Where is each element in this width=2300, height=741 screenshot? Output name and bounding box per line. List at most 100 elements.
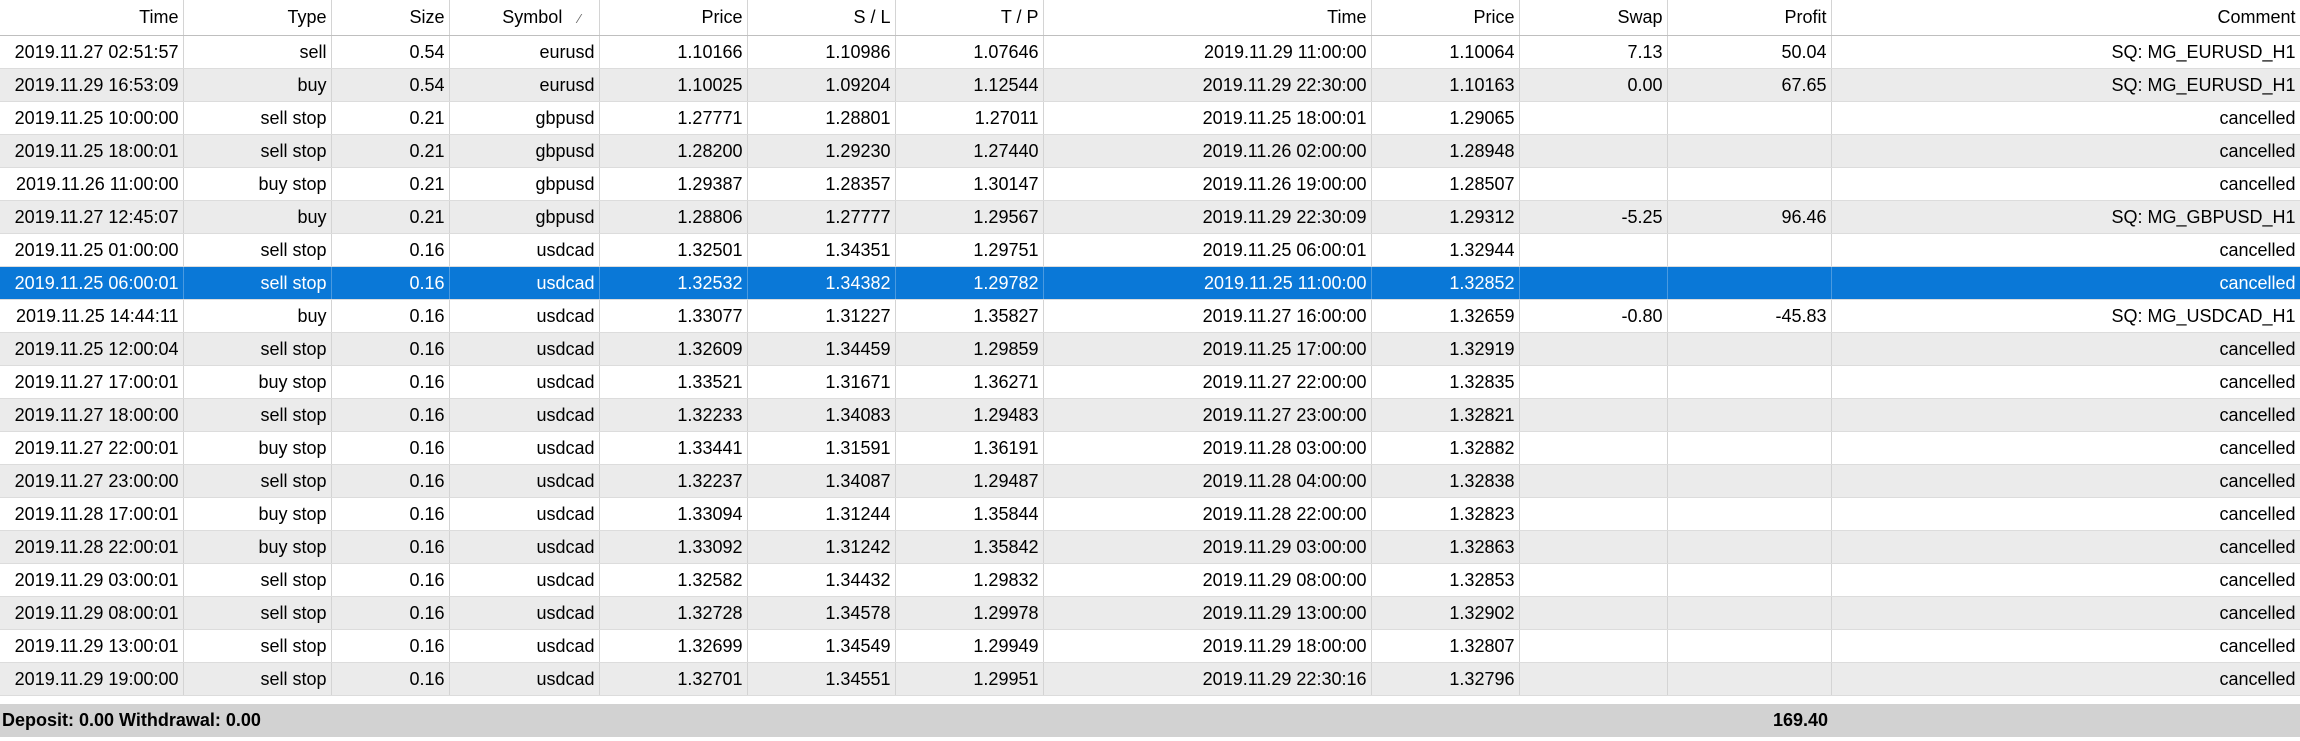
open-price-cell: 1.32501 bbox=[599, 233, 748, 267]
open-time-cell: 2019.11.29 03:00:01 bbox=[0, 563, 184, 597]
total-profit: 169.40 bbox=[1772, 710, 1828, 730]
close-time-cell: 2019.11.29 03:00:00 bbox=[1043, 530, 1372, 564]
swap-cell bbox=[1519, 563, 1668, 597]
swap-cell: -0.80 bbox=[1519, 299, 1668, 333]
stop-loss-cell: 1.31591 bbox=[747, 431, 896, 465]
open-price-cell: 1.32701 bbox=[599, 662, 748, 696]
column-header-size[interactable]: Size bbox=[331, 0, 450, 36]
swap-cell bbox=[1519, 233, 1668, 267]
swap-cell bbox=[1519, 629, 1668, 663]
column-header-symbol[interactable]: Symbol ⁄ bbox=[449, 0, 600, 36]
close-time-cell: 2019.11.27 22:00:00 bbox=[1043, 365, 1372, 399]
stop-loss-cell: 1.27777 bbox=[747, 200, 896, 234]
symbol-cell: usdcad bbox=[449, 662, 600, 696]
open-price-cell: 1.32233 bbox=[599, 398, 748, 432]
take-profit-cell: 1.29487 bbox=[895, 464, 1044, 498]
stop-loss-cell: 1.34382 bbox=[747, 266, 896, 300]
size-cell: 0.16 bbox=[331, 233, 450, 267]
comment-cell: cancelled bbox=[1831, 332, 2300, 366]
open-time-cell: 2019.11.25 12:00:04 bbox=[0, 332, 184, 366]
table-row[interactable]: 2019.11.28 22:00:01 buy stop 0.16 usdcad 1.3… bbox=[0, 530, 2300, 564]
open-price-cell: 1.10166 bbox=[599, 35, 748, 69]
take-profit-cell: 1.29751 bbox=[895, 233, 1044, 267]
symbol-cell: usdcad bbox=[449, 563, 600, 597]
table-row[interactable]: 2019.11.25 10:00:00 sell stop 0.21 gbpusd 1.… bbox=[0, 101, 2300, 135]
summary-bar: Deposit: 0.00 Withdrawal: 0.00 169.40 bbox=[0, 704, 2300, 737]
symbol-cell: usdcad bbox=[449, 497, 600, 531]
open-price-cell: 1.10025 bbox=[599, 68, 748, 102]
close-time-cell: 2019.11.25 18:00:01 bbox=[1043, 101, 1372, 135]
open-time-cell: 2019.11.27 18:00:00 bbox=[0, 398, 184, 432]
swap-cell bbox=[1519, 464, 1668, 498]
comment-cell: cancelled bbox=[1831, 563, 2300, 597]
size-cell: 0.16 bbox=[331, 365, 450, 399]
column-header-open-time[interactable]: Time bbox=[0, 0, 184, 36]
column-header-take-profit[interactable]: T / P bbox=[895, 0, 1044, 36]
column-header-open-price[interactable]: Price bbox=[599, 0, 748, 36]
type-cell: sell stop bbox=[183, 134, 332, 168]
table-row[interactable]: 2019.11.27 17:00:01 buy stop 0.16 usdcad 1.3… bbox=[0, 365, 2300, 399]
table-row[interactable]: 2019.11.27 18:00:00 sell stop 0.16 usdcad 1.… bbox=[0, 398, 2300, 432]
table-row[interactable]: 2019.11.27 12:45:07 buy 0.21 gbpusd 1.28806 1… bbox=[0, 200, 2300, 234]
swap-cell bbox=[1519, 101, 1668, 135]
symbol-cell: usdcad bbox=[449, 530, 600, 564]
column-header-type[interactable]: Type bbox=[183, 0, 332, 36]
swap-cell bbox=[1519, 365, 1668, 399]
type-cell: buy bbox=[183, 200, 332, 234]
table-row[interactable]: 2019.11.29 03:00:01 sell stop 0.16 usdcad 1.… bbox=[0, 563, 2300, 597]
close-price-cell: 1.32796 bbox=[1371, 662, 1520, 696]
open-price-cell: 1.33077 bbox=[599, 299, 748, 333]
table-row[interactable]: 2019.11.27 22:00:01 buy stop 0.16 usdcad 1.3… bbox=[0, 431, 2300, 465]
comment-cell: SQ: MG_EURUSD_H1 bbox=[1831, 68, 2300, 102]
table-row[interactable]: 2019.11.25 18:00:01 sell stop 0.21 gbpusd 1.… bbox=[0, 134, 2300, 168]
type-cell: buy bbox=[183, 68, 332, 102]
table-row[interactable]: 2019.11.25 14:44:11 buy 0.16 usdcad 1.33077 1… bbox=[0, 299, 2300, 333]
table-row[interactable]: 2019.11.29 16:53:09 buy 0.54 eurusd 1.10025 1… bbox=[0, 68, 2300, 102]
take-profit-cell: 1.29949 bbox=[895, 629, 1044, 663]
type-cell: buy stop bbox=[183, 530, 332, 564]
symbol-cell: usdcad bbox=[449, 596, 600, 630]
open-price-cell: 1.29387 bbox=[599, 167, 748, 201]
open-time-cell: 2019.11.27 17:00:01 bbox=[0, 365, 184, 399]
take-profit-cell: 1.29978 bbox=[895, 596, 1044, 630]
close-price-cell: 1.29065 bbox=[1371, 101, 1520, 135]
profit-cell: -45.83 bbox=[1667, 299, 1832, 333]
profit-cell bbox=[1667, 398, 1832, 432]
table-row[interactable]: 2019.11.27 02:51:57 sell 0.54 eurusd 1.10166… bbox=[0, 35, 2300, 69]
column-header-swap[interactable]: Swap bbox=[1519, 0, 1668, 36]
open-time-cell: 2019.11.28 22:00:01 bbox=[0, 530, 184, 564]
open-price-cell: 1.33441 bbox=[599, 431, 748, 465]
type-cell: buy stop bbox=[183, 365, 332, 399]
table-row[interactable]: 2019.11.27 23:00:00 sell stop 0.16 usdcad 1.… bbox=[0, 464, 2300, 498]
close-price-cell: 1.32807 bbox=[1371, 629, 1520, 663]
column-header-stop-loss[interactable]: S / L bbox=[747, 0, 896, 36]
close-time-cell: 2019.11.29 22:30:09 bbox=[1043, 200, 1372, 234]
open-price-cell: 1.33092 bbox=[599, 530, 748, 564]
open-time-cell: 2019.11.25 01:00:00 bbox=[0, 233, 184, 267]
open-time-cell: 2019.11.27 23:00:00 bbox=[0, 464, 184, 498]
table-row[interactable]: 2019.11.25 06:00:01 sell stop 0.16 usdcad 1.… bbox=[0, 266, 2300, 300]
history-table: Time Type Size Symbol ⁄ Price S / L T / P… bbox=[0, 0, 2300, 696]
table-row[interactable]: 2019.11.26 11:00:00 buy stop 0.21 gbpusd 1.2… bbox=[0, 167, 2300, 201]
open-price-cell: 1.28806 bbox=[599, 200, 748, 234]
table-row[interactable]: 2019.11.25 01:00:00 sell stop 0.16 usdcad 1.… bbox=[0, 233, 2300, 267]
open-time-cell: 2019.11.25 06:00:01 bbox=[0, 266, 184, 300]
stop-loss-cell: 1.31671 bbox=[747, 365, 896, 399]
open-time-cell: 2019.11.27 12:45:07 bbox=[0, 200, 184, 234]
column-header-close-time[interactable]: Time bbox=[1043, 0, 1372, 36]
column-header-close-price[interactable]: Price bbox=[1371, 0, 1520, 36]
table-row[interactable]: 2019.11.29 08:00:01 sell stop 0.16 usdcad 1.… bbox=[0, 596, 2300, 630]
stop-loss-cell: 1.29230 bbox=[747, 134, 896, 168]
table-row[interactable]: 2019.11.25 12:00:04 sell stop 0.16 usdcad 1.… bbox=[0, 332, 2300, 366]
table-row[interactable]: 2019.11.29 13:00:01 sell stop 0.16 usdcad 1.… bbox=[0, 629, 2300, 663]
column-header-comment[interactable]: Comment bbox=[1831, 0, 2300, 36]
open-price-cell: 1.32699 bbox=[599, 629, 748, 663]
comment-cell: cancelled bbox=[1831, 662, 2300, 696]
table-row[interactable]: 2019.11.28 17:00:01 buy stop 0.16 usdcad 1.3… bbox=[0, 497, 2300, 531]
profit-cell bbox=[1667, 629, 1832, 663]
take-profit-cell: 1.36191 bbox=[895, 431, 1044, 465]
open-time-cell: 2019.11.25 14:44:11 bbox=[0, 299, 184, 333]
open-time-cell: 2019.11.26 11:00:00 bbox=[0, 167, 184, 201]
table-row[interactable]: 2019.11.29 19:00:00 sell stop 0.16 usdcad 1.… bbox=[0, 662, 2300, 696]
column-header-profit[interactable]: Profit bbox=[1667, 0, 1832, 36]
